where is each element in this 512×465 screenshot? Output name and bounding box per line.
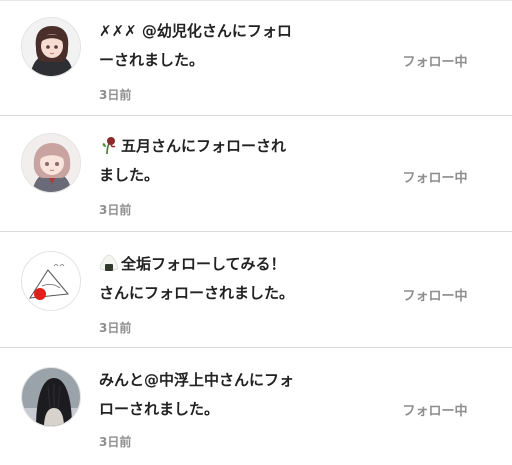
notification-item[interactable]: 五月さんにフォローされ ました。 3日前 フォロー中	[0, 116, 512, 232]
notification-message: ✗✗✗ @幼児化さんにフォロ ーされました。	[99, 17, 329, 75]
anime-girl-avatar-icon[interactable]	[21, 133, 81, 193]
notification-message: みんと@中浮上中さんにフォ ローされました。	[99, 366, 329, 424]
following-button[interactable]: フォロー中	[380, 47, 490, 73]
notification-time: 3日前	[99, 203, 132, 217]
notification-message: 全垢フォローしてみる！ さんにフォローされました。	[99, 250, 329, 308]
following-button[interactable]: フォロー中	[380, 396, 490, 422]
message-line-2: ました。	[99, 166, 160, 184]
notification-time: 3日前	[99, 435, 132, 449]
message-line-2: ローされました。	[99, 400, 220, 418]
notification-list: ✗✗✗ @幼児化さんにフォロ ーされました。 3日前 フォロー中 五月さんにフォ…	[0, 0, 512, 459]
message-line-1: ✗✗✗ @幼児化さんにフォロ	[99, 22, 292, 40]
message-line-2: さんにフォローされました。	[99, 284, 295, 302]
wilted-rose-icon	[102, 137, 116, 155]
notification-message: 五月さんにフォローされ ました。	[99, 132, 329, 190]
notification-item[interactable]: ✗✗✗ @幼児化さんにフォロ ーされました。 3日前 フォロー中	[0, 0, 512, 116]
following-button[interactable]: フォロー中	[380, 163, 490, 189]
rice-ball-icon	[99, 254, 119, 271]
dark-hair-photo-avatar-icon[interactable]	[21, 367, 81, 427]
notification-time: 3日前	[99, 321, 132, 335]
notification-time: 3日前	[99, 88, 132, 102]
message-line-1: みんと@中浮上中さんにフォ	[99, 371, 295, 389]
message-line-1: 五月さんにフォローされ	[121, 137, 287, 155]
message-line-1: 全垢フォローしてみる！	[121, 255, 286, 273]
anime-girl-avatar-icon[interactable]	[21, 17, 81, 77]
following-button[interactable]: フォロー中	[380, 281, 490, 307]
message-line-2: ーされました。	[99, 51, 205, 69]
notification-item[interactable]: みんと@中浮上中さんにフォ ローされました。 3日前 フォロー中	[0, 349, 512, 465]
notification-item[interactable]: 全垢フォローしてみる！ さんにフォローされました。 3日前 フォロー中	[0, 232, 512, 348]
onigiri-drawing-avatar-icon[interactable]	[21, 251, 81, 311]
